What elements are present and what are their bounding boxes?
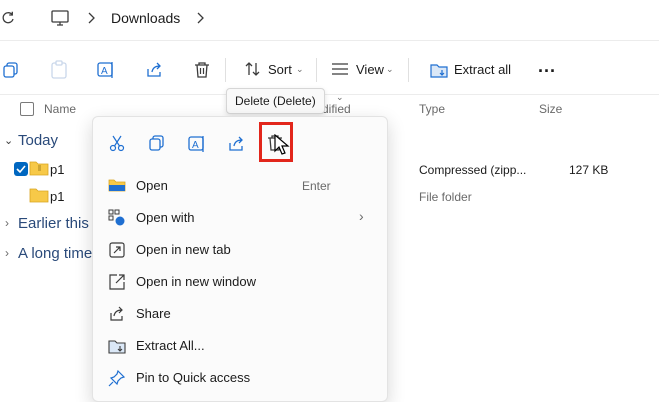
- column-header-type[interactable]: Type: [419, 102, 445, 116]
- extract-all-button[interactable]: Extract all: [454, 62, 511, 77]
- menu-item-label: Share: [136, 306, 171, 321]
- chevron-down-icon[interactable]: ⌄: [296, 64, 304, 75]
- address-divider: [0, 40, 659, 41]
- address-bar: Downloads: [0, 0, 659, 38]
- chevron-right-icon[interactable]: [195, 11, 205, 25]
- chevron-down-icon[interactable]: ⌄: [4, 134, 13, 147]
- paste-icon[interactable]: [50, 60, 68, 80]
- pin-icon: [108, 369, 126, 387]
- menu-item-open[interactable]: Open Enter: [93, 170, 387, 202]
- zip-folder-icon: [29, 160, 49, 176]
- chevron-right-icon: ›: [359, 208, 364, 224]
- toolbar-divider: [316, 58, 317, 82]
- breadcrumb-downloads[interactable]: Downloads: [111, 10, 180, 26]
- folder-type: File folder: [419, 190, 472, 204]
- group-earlier-this[interactable]: Earlier this: [18, 215, 89, 232]
- svg-text:A: A: [192, 140, 199, 151]
- column-header-size[interactable]: Size: [539, 102, 562, 116]
- file-type: Compressed (zipp...: [419, 163, 527, 177]
- file-name[interactable]: p1: [50, 162, 64, 177]
- share-icon[interactable]: [227, 134, 247, 154]
- mouse-cursor-icon: [274, 134, 290, 156]
- extract-all-icon[interactable]: [429, 60, 449, 80]
- view-button[interactable]: View: [356, 62, 384, 77]
- delete-tooltip: Delete (Delete): [226, 88, 325, 114]
- chevron-down-icon[interactable]: ⌄: [336, 92, 344, 103]
- menu-item-label: Open in new tab: [136, 242, 231, 257]
- extract-icon: [108, 337, 126, 355]
- chevron-right-icon[interactable]: [86, 11, 96, 25]
- menu-item-label: Pin to Quick access: [136, 370, 251, 385]
- rename-icon[interactable]: A: [96, 60, 116, 80]
- toolbar-divider-bottom: [0, 94, 659, 95]
- delete-icon[interactable]: [193, 60, 211, 80]
- menu-item-pin-to-quick-access[interactable]: Pin to Quick access: [93, 362, 387, 394]
- chevron-down-icon[interactable]: ⌄: [386, 64, 394, 75]
- share-icon[interactable]: [145, 60, 165, 80]
- this-pc-icon[interactable]: [50, 9, 70, 27]
- more-options-button[interactable]: ...: [538, 56, 556, 77]
- copy-icon[interactable]: [148, 134, 166, 152]
- menu-item-extract-all[interactable]: Extract All...: [93, 330, 387, 362]
- folder-open-icon: [108, 177, 126, 193]
- command-toolbar: A Sort ⌄ View ⌄ Extract all ...: [0, 48, 659, 92]
- view-icon[interactable]: [331, 62, 349, 76]
- new-tab-icon: [108, 241, 126, 259]
- row-checkbox-checked[interactable]: [14, 162, 28, 176]
- new-window-icon: [108, 273, 126, 291]
- refresh-icon[interactable]: [0, 10, 16, 26]
- copy-icon[interactable]: [2, 61, 20, 79]
- menu-item-label: Open in new window: [136, 274, 256, 289]
- toolbar-divider: [408, 58, 409, 82]
- chevron-right-icon[interactable]: ›: [5, 216, 9, 230]
- menu-item-open-in-new-window[interactable]: Open in new window: [93, 266, 387, 298]
- context-menu: A Open Enter Open with › Open in new tab…: [92, 116, 388, 402]
- share-icon: [108, 305, 126, 323]
- column-header-name[interactable]: Name: [44, 102, 76, 116]
- folder-icon: [29, 187, 49, 203]
- menu-item-label: Open: [136, 178, 168, 193]
- svg-text:A: A: [101, 66, 108, 77]
- select-all-checkbox[interactable]: [20, 102, 34, 116]
- rename-icon[interactable]: A: [187, 134, 207, 154]
- chevron-right-icon[interactable]: ›: [5, 246, 9, 260]
- cut-icon[interactable]: [108, 134, 126, 152]
- sort-button[interactable]: Sort: [268, 62, 292, 77]
- column-header-date-modified[interactable]: dified: [322, 102, 351, 116]
- menu-item-label: Extract All...: [136, 338, 205, 353]
- toolbar-divider: [225, 58, 226, 82]
- menu-item-open-with[interactable]: Open with ›: [93, 202, 387, 234]
- menu-item-share[interactable]: Share: [93, 298, 387, 330]
- sort-icon[interactable]: [243, 60, 263, 78]
- open-with-icon: [108, 209, 126, 227]
- folder-name[interactable]: p1: [50, 189, 64, 204]
- menu-item-shortcut: Enter: [302, 179, 331, 193]
- group-today[interactable]: Today: [18, 132, 58, 149]
- group-a-long-time[interactable]: A long time: [18, 245, 92, 262]
- menu-item-open-in-new-tab[interactable]: Open in new tab: [93, 234, 387, 266]
- menu-item-label: Open with: [136, 210, 195, 225]
- file-size: 127 KB: [569, 163, 609, 177]
